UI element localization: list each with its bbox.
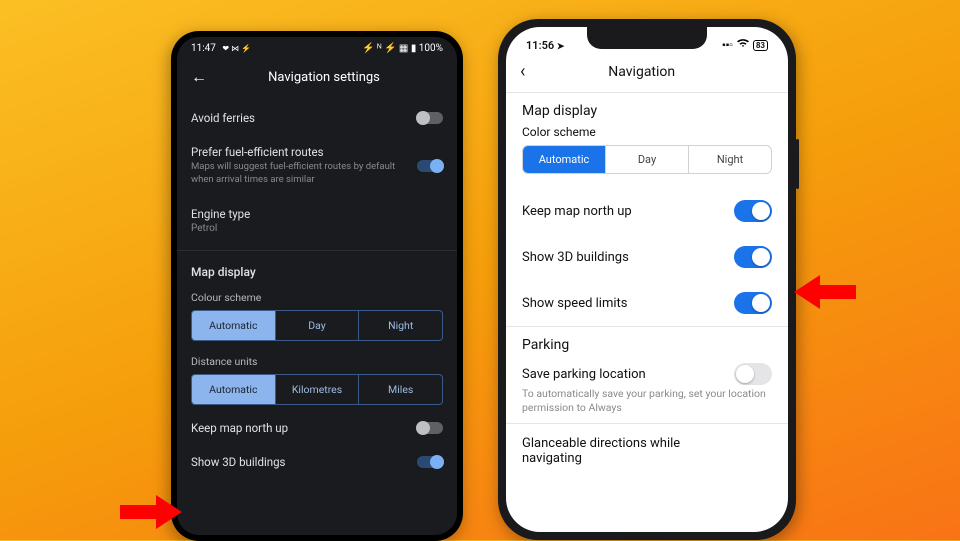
speed-limits-label: Show speed limits — [522, 296, 628, 311]
fuel-efficient-toggle[interactable] — [417, 160, 443, 172]
distance-automatic[interactable]: Automatic — [192, 375, 276, 404]
keep-north-row[interactable]: Keep map north up — [191, 411, 443, 445]
page-title: Navigation settings — [225, 70, 423, 85]
callout-arrow-left — [120, 495, 182, 529]
page-title: Navigation — [525, 64, 758, 80]
show-3d-label: Show 3D buildings — [191, 455, 286, 469]
divider — [177, 250, 457, 251]
ios-screen: 11:56 ➤ ▪▪▫ 83 ‹ Navigation Map display … — [506, 27, 788, 532]
back-arrow-icon[interactable]: ← — [191, 67, 207, 87]
engine-type-row[interactable]: Engine type Petrol — [191, 197, 443, 246]
avoid-ferries-toggle[interactable] — [417, 112, 443, 124]
colour-scheme-automatic[interactable]: Automatic — [192, 311, 276, 340]
ios-phone-frame: 11:56 ➤ ▪▪▫ 83 ‹ Navigation Map display … — [498, 19, 796, 540]
glanceable-label: Glanceable directions while navigating — [522, 436, 702, 466]
android-clock: 11:47 — [191, 43, 216, 54]
android-screen: 11:47 ❤ ⋈ ⚡ ⚡ ᴺ ⚡ ▦ ▮ 100% ← Navigation … — [177, 37, 457, 535]
keep-north-label: Keep map north up — [522, 204, 632, 219]
location-icon: ➤ — [557, 42, 565, 52]
save-parking-toggle[interactable] — [734, 363, 772, 385]
wifi-icon — [737, 39, 749, 51]
map-display-section-title: Map display — [191, 255, 443, 283]
show-3d-toggle[interactable] — [734, 246, 772, 268]
android-status-bar: 11:47 ❤ ⋈ ⚡ ⚡ ᴺ ⚡ ▦ ▮ 100% — [177, 37, 457, 59]
colour-scheme-label: Colour scheme — [191, 283, 443, 310]
color-scheme-night[interactable]: Night — [689, 146, 771, 173]
save-parking-label: Save parking location — [522, 367, 646, 382]
keep-north-label: Keep map north up — [191, 421, 288, 435]
android-status-left-icons: ❤ ⋈ ⚡ — [222, 44, 251, 53]
speed-limits-toggle[interactable] — [734, 292, 772, 314]
engine-type-label: Engine type — [191, 207, 443, 221]
show-3d-row[interactable]: Show 3D buildings — [506, 234, 788, 280]
engine-type-value: Petrol — [191, 223, 443, 234]
keep-north-toggle[interactable] — [417, 422, 443, 434]
battery-icon: 83 — [753, 40, 768, 51]
distance-miles[interactable]: Miles — [359, 375, 442, 404]
ios-header: ‹ Navigation — [506, 59, 788, 93]
map-display-section-title: Map display — [522, 103, 772, 119]
distance-kilometres[interactable]: Kilometres — [276, 375, 360, 404]
colour-scheme-segmented[interactable]: Automatic Day Night — [191, 310, 443, 341]
callout-arrow-right — [794, 275, 856, 309]
keep-north-row[interactable]: Keep map north up — [506, 188, 788, 234]
color-scheme-automatic[interactable]: Automatic — [523, 146, 606, 173]
save-parking-sub: To automatically save your parking, set … — [506, 387, 788, 423]
android-header: ← Navigation settings — [177, 59, 457, 101]
colour-scheme-day[interactable]: Day — [276, 311, 360, 340]
color-scheme-segmented[interactable]: Automatic Day Night — [522, 145, 772, 174]
show-3d-toggle[interactable] — [417, 456, 443, 468]
speed-limits-row[interactable]: Show speed limits — [506, 280, 788, 326]
fuel-efficient-sub: Maps will suggest fuel-efficient routes … — [191, 161, 401, 187]
distance-units-segmented[interactable]: Automatic Kilometres Miles — [191, 374, 443, 405]
glanceable-row[interactable]: Glanceable directions while navigating — [506, 424, 788, 478]
fuel-efficient-row[interactable]: Prefer fuel-efficient routes Maps will s… — [191, 135, 443, 197]
avoid-ferries-label: Avoid ferries — [191, 111, 255, 125]
keep-north-toggle[interactable] — [734, 200, 772, 222]
side-button — [796, 139, 799, 189]
fuel-efficient-label: Prefer fuel-efficient routes — [191, 145, 401, 159]
android-phone-frame: 11:47 ❤ ⋈ ⚡ ⚡ ᴺ ⚡ ▦ ▮ 100% ← Navigation … — [171, 31, 463, 541]
distance-units-label: Distance units — [191, 347, 443, 374]
colour-scheme-night[interactable]: Night — [359, 311, 442, 340]
ios-clock: 11:56 — [526, 39, 554, 52]
save-parking-row[interactable]: Save parking location — [506, 359, 788, 387]
android-status-right-icons: ⚡ ᴺ ⚡ ▦ ▮ 100% — [362, 43, 443, 54]
parking-section-title: Parking — [522, 337, 772, 353]
notch — [587, 27, 707, 49]
signal-icon: ▪▪▫ — [722, 40, 733, 51]
show-3d-row[interactable]: Show 3D buildings — [191, 445, 443, 479]
show-3d-label: Show 3D buildings — [522, 250, 629, 265]
color-scheme-day[interactable]: Day — [606, 146, 689, 173]
color-scheme-label: Color scheme — [522, 125, 772, 139]
avoid-ferries-row[interactable]: Avoid ferries — [191, 101, 443, 135]
